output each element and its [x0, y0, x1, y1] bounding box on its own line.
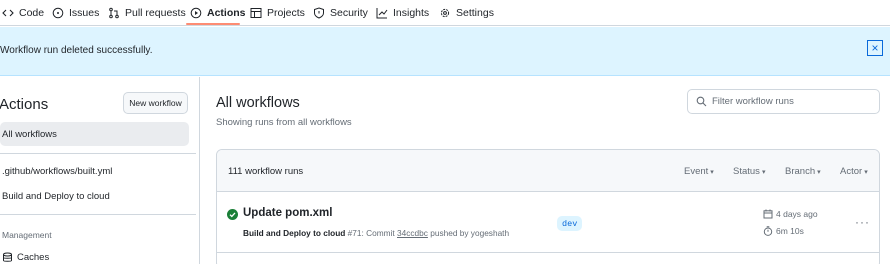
run-time: 4 days ago [763, 209, 818, 219]
sidebar-item-label: All workflows [2, 128, 57, 140]
check-circle-icon [227, 209, 238, 220]
calendar-icon [763, 209, 773, 219]
run-duration: 6m 10s [763, 226, 804, 236]
branch-filter[interactable]: Branch ▾ [785, 166, 821, 177]
run-time-ago: 4 days ago [776, 209, 818, 219]
chevron-down-icon: ▾ [864, 169, 868, 176]
tab-projects[interactable]: Projects [250, 0, 305, 26]
page-title: All workflows [216, 95, 300, 111]
management-heading: Management [2, 230, 52, 240]
tab-projects-label: Projects [267, 7, 305, 19]
commit-sha-link[interactable]: 34ccdbc [397, 228, 428, 238]
shield-icon [313, 7, 325, 19]
close-icon[interactable]: × [867, 40, 883, 56]
runs-header: 111 workflow runs Event ▾ Status ▾ Branch ▾… [217, 150, 879, 192]
gear-icon [439, 7, 451, 19]
status-filter-label: Status [733, 166, 760, 177]
tab-pull-requests-label: Pull requests [125, 7, 186, 19]
tab-insights[interactable]: Insights [376, 0, 429, 26]
tab-settings[interactable]: Settings [439, 0, 494, 26]
tab-code-label: Code [19, 7, 45, 19]
sidebar-divider [0, 214, 196, 215]
tab-security-label: Security [330, 7, 368, 19]
graph-icon [376, 7, 388, 19]
event-filter[interactable]: Event ▾ [684, 166, 714, 177]
repo-nav: Code Issues Pull requests Actions Projec… [0, 0, 890, 26]
flash-banner: Workflow run deleted successfully. [0, 27, 890, 76]
table-icon [250, 7, 262, 19]
tab-issues[interactable]: Issues [52, 0, 99, 26]
database-icon [2, 252, 13, 263]
tab-issues-label: Issues [69, 7, 100, 19]
runs-count: 111 workflow runs [228, 166, 304, 177]
tab-settings-label: Settings [456, 7, 494, 19]
run-commit-prefix: : Commit [361, 228, 395, 238]
tab-insights-label: Insights [393, 7, 430, 19]
workflow-runs-box: 111 workflow runs Event ▾ Status ▾ Branch ▾… [216, 149, 880, 264]
git-pull-request-icon [108, 7, 120, 19]
tab-security[interactable]: Security [313, 0, 368, 26]
sidebar-item-all-workflows[interactable]: All workflows [0, 122, 189, 146]
page-subtitle: Showing runs from all workflows [216, 117, 352, 128]
new-workflow-button[interactable]: New workflow [123, 92, 188, 114]
tab-pull-requests[interactable]: Pull requests [108, 0, 186, 26]
branch-filter-label: Branch [785, 166, 816, 177]
kebab-menu-icon[interactable]: ··· [855, 215, 870, 229]
run-workflow-name: Build and Deploy to cloud [243, 228, 346, 238]
tab-actions-label: Actions [207, 7, 246, 19]
chevron-down-icon: ▾ [817, 169, 821, 176]
tab-code[interactable]: Code [2, 0, 44, 26]
run-number: #71 [347, 228, 362, 238]
filter-runs-input[interactable] [712, 96, 872, 107]
run-meta: Build and Deploy to cloud #71: Commit 34… [243, 228, 509, 238]
branch-badge[interactable]: dev [557, 216, 583, 231]
active-tab-underline [186, 23, 240, 25]
code-icon [2, 7, 14, 19]
sidebar-divider [0, 153, 196, 154]
actions-sidebar: Actions New workflow All workflows .gith… [0, 77, 200, 264]
sidebar-item-label: Caches [17, 252, 50, 263]
chevron-down-icon: ▾ [710, 169, 714, 176]
actor-filter[interactable]: Actor ▾ [840, 166, 868, 177]
filter-runs-field[interactable] [687, 89, 880, 114]
sidebar-item-build-deploy[interactable]: Build and Deploy to cloud [2, 191, 110, 202]
chevron-down-icon: ▾ [761, 169, 766, 176]
sidebar-title: Actions [0, 96, 49, 113]
stopwatch-icon [763, 226, 773, 236]
issue-circle-icon [52, 7, 64, 19]
status-filter[interactable]: Status ▾ [733, 166, 765, 177]
flash-message: Workflow run deleted successfully. [0, 45, 153, 56]
sidebar-item-caches[interactable]: Caches [2, 252, 49, 263]
actor-filter-label: Actor [840, 166, 863, 177]
event-filter-label: Event [684, 166, 709, 177]
workflow-run-row[interactable]: Update pom.xml Build and Deploy to cloud… [217, 193, 879, 253]
search-icon [696, 96, 707, 107]
sidebar-item-built-yml[interactable]: .github/workflows/built.yml [2, 166, 112, 177]
run-title-link[interactable]: Update pom.xml [243, 207, 332, 219]
run-pushed-by: pushed by yogeshath [430, 228, 510, 238]
run-duration-value: 6m 10s [776, 226, 804, 236]
play-icon [190, 7, 202, 19]
